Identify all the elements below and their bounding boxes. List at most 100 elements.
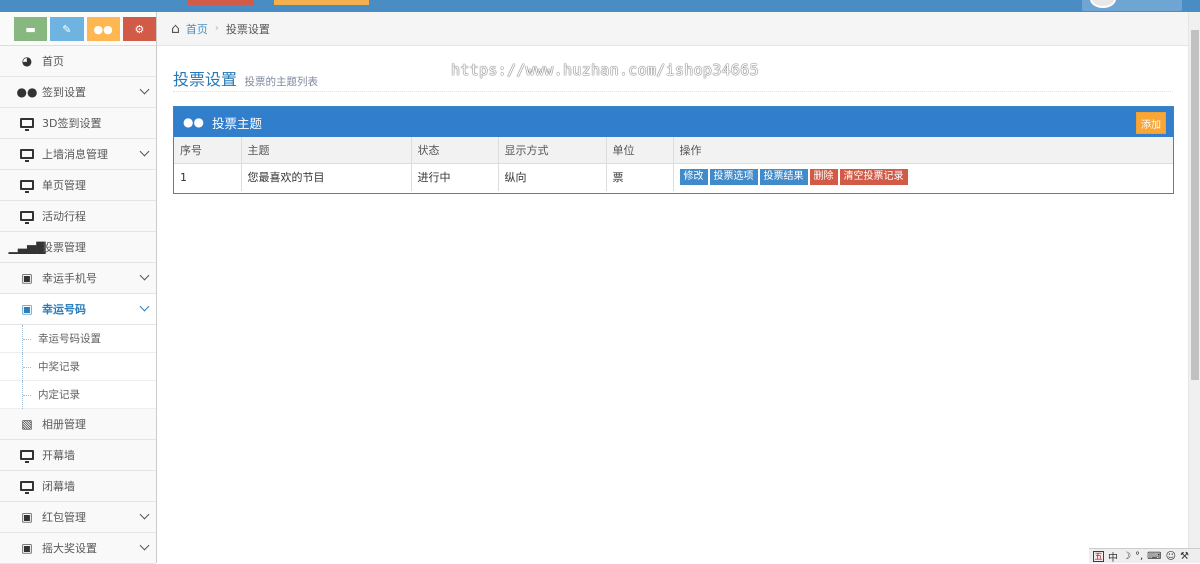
delete-button[interactable]: 删除 bbox=[809, 169, 838, 186]
breadcrumb-home-link[interactable]: 首页 bbox=[186, 21, 208, 37]
user-icon[interactable]: ☺ bbox=[1166, 551, 1176, 562]
page-title: 投票设置 bbox=[173, 70, 238, 89]
home-icon: ⌂ bbox=[171, 20, 180, 37]
sidebar-item-label: 相册管理 bbox=[42, 418, 86, 431]
breadcrumb-separator-icon: › bbox=[214, 23, 219, 34]
column-header-status: 状态 bbox=[411, 137, 499, 164]
column-header-display: 显示方式 bbox=[498, 137, 607, 164]
chevron-down-icon bbox=[139, 540, 150, 551]
navbar-tab-orange[interactable] bbox=[274, 0, 369, 5]
sidebar-item-label: 红包管理 bbox=[42, 511, 86, 524]
vote-results-button[interactable]: 投票结果 bbox=[759, 169, 808, 186]
cogs-icon: ⚙ bbox=[134, 22, 145, 36]
widget-header: ●● 投票主题 添加 bbox=[174, 107, 1173, 137]
dashboard-icon: ◕ bbox=[21, 54, 33, 68]
breadcrumb-current: 投票设置 bbox=[225, 22, 270, 36]
sidebar-item-label: 幸运手机号 bbox=[42, 272, 97, 285]
clear-votes-button[interactable]: 清空投票记录 bbox=[839, 169, 908, 186]
main-content: ⌂ 首页 › 投票设置 投票设置 投票的主题列表 https://www.huz… bbox=[157, 12, 1188, 563]
gift-icon: ▣ bbox=[21, 302, 33, 316]
sidebar-item-schedule[interactable]: 活动行程 bbox=[0, 201, 156, 232]
cell-status: 进行中 bbox=[411, 163, 499, 191]
picture-icon: ▧ bbox=[21, 417, 33, 431]
ime-logo-icon[interactable]: 五 bbox=[1093, 550, 1104, 562]
shortcut-users-button[interactable]: ●● bbox=[86, 17, 120, 41]
scrollbar-thumb[interactable] bbox=[1191, 30, 1199, 380]
sidebar-item-lucky-phone[interactable]: ▣ 幸运手机号 bbox=[0, 263, 156, 294]
signal-icon: ▁▃▅▇ bbox=[8, 240, 46, 254]
sidebar-item-home[interactable]: ◕ 首页 bbox=[0, 46, 156, 77]
vote-topics-widget: ●● 投票主题 添加 序号 主题 状态 显示方式 单位 操作 1 您最喜欢的节目 bbox=[173, 106, 1174, 194]
sidebar-item-wall-messages[interactable]: 上墙消息管理 bbox=[0, 139, 156, 170]
navbar-tab-red[interactable] bbox=[188, 0, 254, 5]
sidebar-subitem-lucky-number-settings[interactable]: 幸运号码设置 bbox=[0, 325, 156, 353]
watermark-url: https://www.huzhan.com/ishop34665 bbox=[451, 61, 759, 79]
chevron-down-icon bbox=[139, 84, 150, 95]
sidebar-item-red-packet[interactable]: ▣ 红包管理 bbox=[0, 502, 156, 533]
keyboard-icon[interactable]: ⌨ bbox=[1147, 551, 1161, 562]
gift-icon: ▣ bbox=[21, 541, 33, 555]
moon-icon[interactable]: ☽ bbox=[1122, 551, 1131, 562]
table-header-row: 序号 主题 状态 显示方式 单位 操作 bbox=[174, 137, 1173, 164]
sidebar-item-label: 签到设置 bbox=[42, 86, 86, 99]
sidebar: ▬ ✎ ●● ⚙ ◕ 首页 ●● 签到设置 3D签到设置 上墙消息管理 单页管理… bbox=[0, 12, 157, 564]
desktop-icon bbox=[19, 209, 35, 224]
users-icon: ●● bbox=[16, 85, 38, 99]
sidebar-item-vote-management[interactable]: ▁▃▅▇ 投票管理 bbox=[0, 232, 156, 263]
vote-topics-table: 序号 主题 状态 显示方式 单位 操作 1 您最喜欢的节目 进行中 纵向 票 修… bbox=[174, 137, 1173, 191]
users-icon: ●● bbox=[183, 115, 204, 129]
desktop-icon bbox=[19, 116, 35, 131]
sidebar-item-single-page[interactable]: 单页管理 bbox=[0, 170, 156, 201]
ime-mode[interactable]: 中 bbox=[1108, 549, 1118, 564]
sidebar-shortcuts: ▬ ✎ ●● ⚙ bbox=[0, 12, 156, 46]
shortcut-settings-button[interactable]: ⚙ bbox=[122, 17, 156, 41]
sidebar-item-shake-prize[interactable]: ▣ 摇大奖设置 bbox=[0, 533, 156, 564]
wrench-icon[interactable]: ⚒ bbox=[1180, 551, 1189, 562]
breadcrumb: ⌂ 首页 › 投票设置 bbox=[157, 12, 1188, 46]
pencil-icon: ✎ bbox=[62, 22, 72, 36]
ime-toolbar: 五 中 ☽ °, ⌨ ☺ ⚒ bbox=[1089, 548, 1200, 564]
shortcut-edit-button[interactable]: ✎ bbox=[50, 17, 84, 41]
vote-options-button[interactable]: 投票选项 bbox=[709, 169, 758, 186]
cell-unit: 票 bbox=[606, 163, 674, 191]
cell-index: 1 bbox=[174, 163, 242, 191]
sidebar-item-lucky-number[interactable]: ▣ 幸运号码 bbox=[0, 294, 156, 325]
page-subtitle: 投票的主题列表 bbox=[244, 76, 319, 88]
chevron-down-icon bbox=[139, 301, 150, 312]
cell-actions: 修改 投票选项 投票结果 删除 清空投票记录 bbox=[673, 163, 1173, 191]
desktop-icon bbox=[19, 178, 35, 193]
sidebar-subitem-winning-records[interactable]: 中奖记录 bbox=[0, 353, 156, 381]
desktop-icon bbox=[19, 147, 35, 162]
sidebar-item-opening-wall[interactable]: 开幕墙 bbox=[0, 440, 156, 471]
chevron-down-icon bbox=[139, 270, 150, 281]
sidebar-subitem-preset-records[interactable]: 内定记录 bbox=[0, 381, 156, 409]
sidebar-item-closing-wall[interactable]: 闭幕墙 bbox=[0, 471, 156, 502]
sidebar-item-label: 摇大奖设置 bbox=[42, 542, 97, 555]
sidebar-item-label: 3D签到设置 bbox=[42, 117, 102, 130]
sidebar-item-3d-checkin[interactable]: 3D签到设置 bbox=[0, 108, 156, 139]
column-header-unit: 单位 bbox=[606, 137, 674, 164]
widget-title: 投票主题 bbox=[211, 115, 262, 131]
sidebar-item-label: 上墙消息管理 bbox=[42, 148, 108, 161]
sidebar-item-label: 幸运号码 bbox=[42, 303, 86, 316]
gift-icon: ▣ bbox=[21, 510, 33, 524]
cell-display: 纵向 bbox=[498, 163, 607, 191]
chevron-down-icon bbox=[139, 509, 150, 520]
desktop-icon bbox=[19, 479, 35, 494]
sidebar-item-label: 单页管理 bbox=[42, 179, 86, 192]
user-menu[interactable] bbox=[1082, 0, 1182, 11]
shortcut-chat-button[interactable]: ▬ bbox=[14, 17, 48, 41]
punctuation-icon[interactable]: °, bbox=[1135, 551, 1143, 562]
page-scrollbar[interactable] bbox=[1188, 12, 1200, 563]
column-header-actions: 操作 bbox=[673, 137, 1173, 164]
sidebar-item-album[interactable]: ▧ 相册管理 bbox=[0, 409, 156, 440]
comment-icon: ▬ bbox=[25, 22, 36, 36]
sidebar-item-label: 投票管理 bbox=[42, 241, 86, 254]
desktop-icon bbox=[19, 448, 35, 463]
sidebar-item-checkin-settings[interactable]: ●● 签到设置 bbox=[0, 77, 156, 108]
edit-button[interactable]: 修改 bbox=[679, 169, 708, 186]
add-button[interactable]: 添加 bbox=[1136, 112, 1166, 134]
sidebar-item-label: 闭幕墙 bbox=[42, 480, 75, 493]
cell-topic: 您最喜欢的节目 bbox=[241, 163, 412, 191]
avatar[interactable] bbox=[1090, 0, 1116, 8]
